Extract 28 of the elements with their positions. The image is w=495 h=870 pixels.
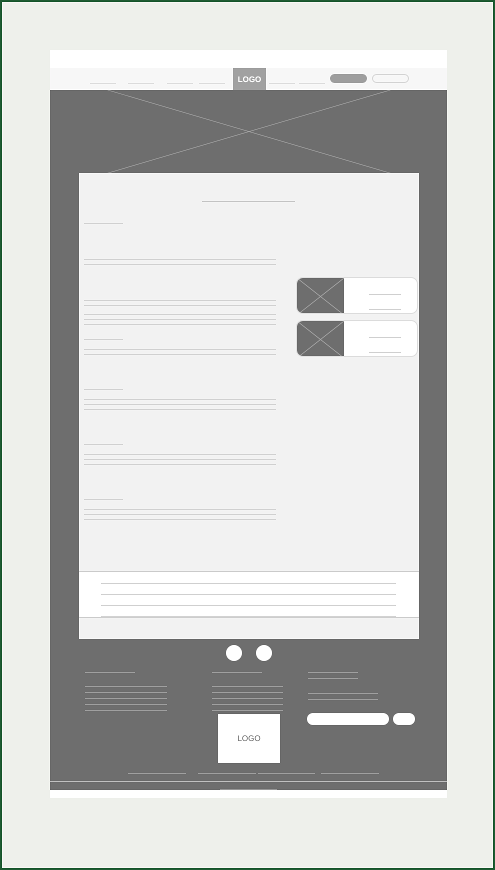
footer-heading-line xyxy=(212,672,262,674)
footer-link-line xyxy=(198,773,256,774)
footer-link-line xyxy=(212,704,283,706)
footer-text-line xyxy=(308,699,378,700)
footer-link-line xyxy=(212,692,283,694)
social-circle-icon[interactable] xyxy=(256,645,272,662)
image-placeholder xyxy=(296,278,344,314)
footer-link-line xyxy=(258,773,315,774)
email-input-field[interactable] xyxy=(307,713,389,726)
text-placeholder-line xyxy=(368,352,400,354)
text-placeholder-line xyxy=(368,337,400,338)
footer-text-line xyxy=(308,693,378,694)
footer-link-line xyxy=(128,773,186,774)
subscribe-button[interactable] xyxy=(393,713,415,726)
footer-link-line xyxy=(321,773,379,774)
footer-link-line xyxy=(212,710,283,712)
copyright-line xyxy=(220,789,277,790)
footer-heading-line xyxy=(85,672,135,674)
footer-heading-line xyxy=(308,678,358,680)
logo: LOGO xyxy=(233,68,266,90)
image-placeholder xyxy=(296,321,344,356)
text-placeholder-line xyxy=(368,309,400,310)
footer-link-line xyxy=(212,698,283,700)
footer-link-line xyxy=(212,686,283,688)
logo: LOGO xyxy=(218,714,280,764)
footer-heading-line xyxy=(308,672,358,674)
text-placeholder-line xyxy=(368,294,400,296)
social-circle-icon[interactable] xyxy=(226,645,242,662)
